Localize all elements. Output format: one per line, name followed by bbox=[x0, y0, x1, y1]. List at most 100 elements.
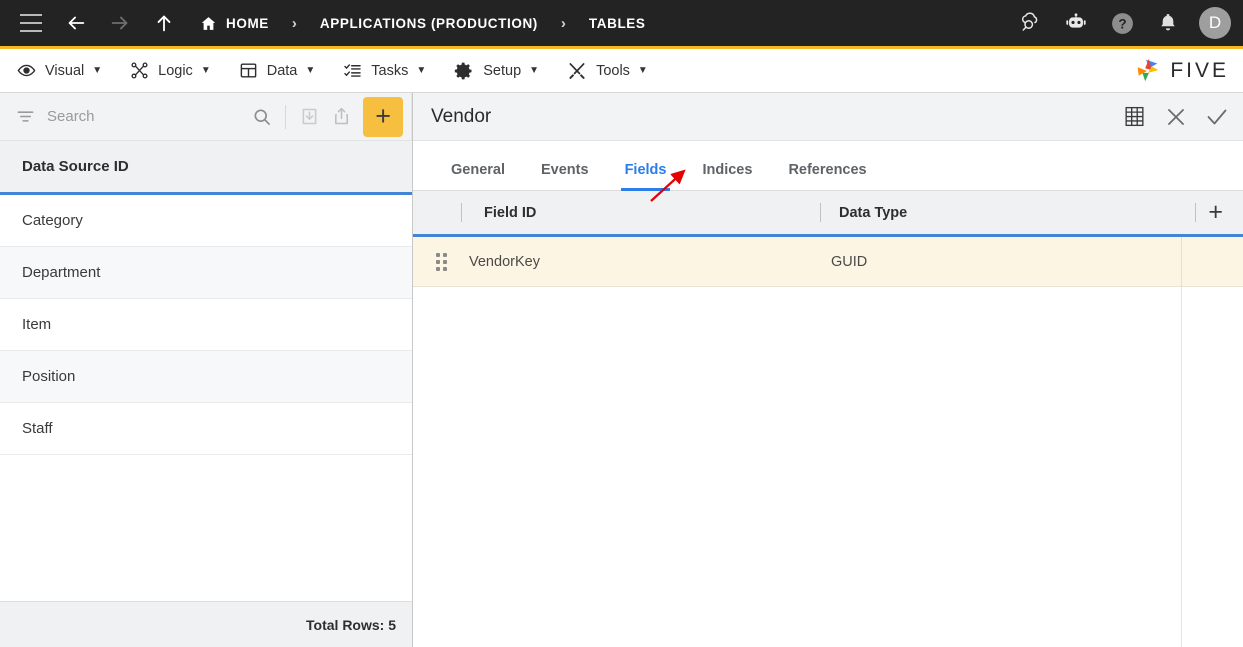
eye-icon bbox=[17, 61, 36, 80]
breadcrumb-separator: › bbox=[560, 14, 566, 32]
breadcrumb-label-applications: APPLICATIONS (PRODUCTION) bbox=[319, 15, 538, 31]
menu-label-tasks: Tasks bbox=[371, 62, 409, 79]
sidebar-item-item[interactable]: Item bbox=[0, 299, 412, 351]
tab-label: Indices bbox=[702, 162, 753, 178]
top-navigation-bar: HOME › APPLICATIONS (PRODUCTION) › TABLE… bbox=[0, 0, 1243, 46]
drag-handle-icon[interactable] bbox=[413, 252, 469, 271]
home-icon bbox=[200, 15, 217, 32]
add-field-button[interactable]: + bbox=[1208, 200, 1223, 225]
cloud-search-icon[interactable] bbox=[1009, 0, 1051, 46]
menu-label-tools: Tools bbox=[596, 62, 630, 79]
tab-indices[interactable]: Indices bbox=[684, 162, 770, 190]
hamburger-menu-icon[interactable] bbox=[8, 0, 54, 46]
menu-item-tools[interactable]: Tools ▼ bbox=[556, 49, 659, 92]
save-check-icon[interactable] bbox=[1205, 105, 1229, 129]
sidebar-item-label: Staff bbox=[22, 420, 53, 437]
sidebar-item-label: Position bbox=[22, 368, 76, 385]
logic-nodes-icon bbox=[130, 61, 149, 80]
panel-header: Vendor bbox=[413, 93, 1243, 141]
breadcrumb-item-applications[interactable]: APPLICATIONS (PRODUCTION) bbox=[320, 16, 538, 31]
notifications-bell-icon[interactable] bbox=[1147, 0, 1189, 46]
sidebar-list: Category Department Item Position Staff bbox=[0, 195, 412, 601]
sidebar-item-label: Category bbox=[22, 212, 83, 229]
sidebar-column-header-label: Data Source ID bbox=[22, 158, 129, 175]
table-view-icon[interactable] bbox=[1122, 104, 1147, 129]
tab-label: Events bbox=[541, 162, 589, 178]
up-arrow-icon[interactable] bbox=[142, 0, 186, 46]
menu-label-data: Data bbox=[266, 62, 298, 79]
tab-general[interactable]: General bbox=[433, 162, 523, 190]
five-pinwheel-icon bbox=[1138, 58, 1159, 81]
tab-fields[interactable]: Fields bbox=[607, 162, 685, 191]
forward-arrow-icon[interactable] bbox=[98, 0, 142, 46]
breadcrumb-item-home[interactable]: HOME bbox=[200, 15, 269, 32]
tab-label: References bbox=[788, 162, 867, 178]
sidebar-column-header[interactable]: Data Source ID bbox=[0, 141, 412, 195]
search-icon[interactable] bbox=[246, 93, 278, 141]
column-divider bbox=[461, 203, 462, 222]
table-grid-icon bbox=[239, 61, 258, 80]
help-icon[interactable]: ? bbox=[1101, 0, 1143, 46]
panel-header-actions bbox=[1122, 104, 1229, 129]
column-header-label: Field ID bbox=[484, 204, 537, 221]
tab-events[interactable]: Events bbox=[523, 162, 607, 190]
content-area: + Data Source ID Category Department Ite… bbox=[0, 93, 1243, 647]
search-input[interactable] bbox=[47, 108, 246, 125]
chatbot-icon[interactable] bbox=[1055, 0, 1097, 46]
add-data-source-button[interactable]: + bbox=[363, 96, 403, 137]
menu-item-tasks[interactable]: Tasks ▼ bbox=[332, 49, 437, 92]
column-header-field-id[interactable]: Field ID bbox=[484, 191, 820, 234]
breadcrumb-item-tables[interactable]: TABLES bbox=[589, 16, 646, 31]
import-download-icon[interactable] bbox=[293, 93, 325, 141]
column-header-data-type[interactable]: Data Type bbox=[839, 191, 907, 234]
menu-item-logic[interactable]: Logic ▼ bbox=[119, 49, 222, 92]
column-divider bbox=[820, 203, 821, 222]
toolbar-divider bbox=[285, 104, 287, 129]
menu-item-data[interactable]: Data ▼ bbox=[228, 49, 327, 92]
menu-label-logic: Logic bbox=[158, 62, 193, 79]
breadcrumb-label-home: HOME bbox=[226, 15, 269, 31]
sidebar-item-staff[interactable]: Staff bbox=[0, 403, 412, 455]
main-menu-bar: Visual ▼ Logic ▼ Data ▼ Tasks ▼ Setup ▼ … bbox=[0, 46, 1243, 93]
svg-text:?: ? bbox=[1118, 16, 1126, 31]
chevron-down-icon: ▼ bbox=[92, 65, 103, 76]
filter-icon[interactable] bbox=[16, 107, 35, 126]
sidebar-item-category[interactable]: Category bbox=[0, 195, 412, 247]
sidebar-item-position[interactable]: Position bbox=[0, 351, 412, 403]
five-logo-text: FIVE bbox=[1170, 58, 1229, 82]
tab-label: General bbox=[451, 162, 505, 178]
sidebar-panel: + Data Source ID Category Department Ite… bbox=[0, 93, 413, 647]
sidebar-item-label: Item bbox=[22, 316, 52, 333]
user-avatar[interactable]: D bbox=[1199, 7, 1231, 39]
cell-field-id: VendorKey bbox=[469, 253, 540, 270]
breadcrumb: HOME › APPLICATIONS (PRODUCTION) › TABLE… bbox=[200, 15, 646, 32]
back-arrow-icon[interactable] bbox=[54, 0, 98, 46]
page-title: Vendor bbox=[431, 105, 492, 127]
cell-data-type: GUID bbox=[831, 253, 868, 270]
breadcrumb-separator: › bbox=[291, 14, 297, 32]
close-icon[interactable] bbox=[1164, 105, 1188, 129]
chevron-down-icon: ▼ bbox=[200, 65, 211, 76]
main-panel: Vendor General Events Fields Indices Ref… bbox=[413, 93, 1243, 647]
chevron-down-icon: ▼ bbox=[416, 65, 427, 76]
sidebar-item-department[interactable]: Department bbox=[0, 247, 412, 299]
tasks-list-icon bbox=[343, 61, 362, 80]
tools-icon bbox=[567, 61, 587, 81]
fields-table-header: Field ID Data Type + bbox=[413, 191, 1243, 237]
sidebar-footer: Total Rows: 5 bbox=[0, 601, 412, 647]
column-divider bbox=[1195, 203, 1197, 222]
fields-table-body: VendorKey GUID bbox=[413, 237, 1243, 647]
menu-item-setup[interactable]: Setup ▼ bbox=[443, 49, 550, 92]
chevron-down-icon: ▼ bbox=[305, 65, 316, 76]
top-bar-actions: ? D bbox=[1009, 0, 1231, 46]
five-logo: FIVE bbox=[1133, 57, 1229, 85]
gear-icon bbox=[454, 61, 474, 81]
table-row[interactable]: VendorKey GUID bbox=[413, 237, 1243, 287]
application-window: HOME › APPLICATIONS (PRODUCTION) › TABLE… bbox=[0, 0, 1243, 647]
row-column-divider bbox=[1181, 237, 1182, 286]
tab-bar: General Events Fields Indices References bbox=[413, 141, 1243, 191]
export-share-icon[interactable] bbox=[325, 93, 357, 141]
chevron-down-icon: ▼ bbox=[637, 65, 648, 76]
menu-item-visual[interactable]: Visual ▼ bbox=[6, 49, 113, 92]
tab-references[interactable]: References bbox=[770, 162, 884, 190]
